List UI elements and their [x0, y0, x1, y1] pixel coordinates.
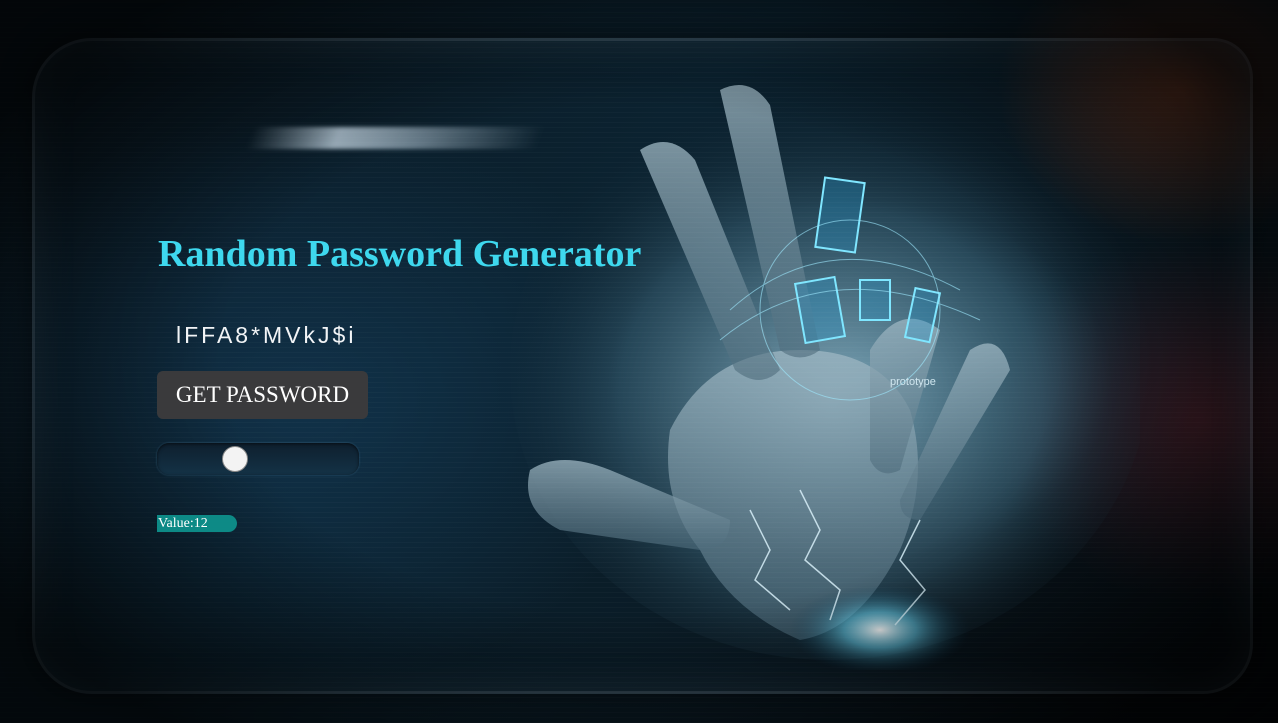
value-label: Value:12: [157, 515, 237, 532]
length-slider[interactable]: [157, 443, 359, 475]
get-password-button[interactable]: GET PASSWORD: [157, 371, 368, 419]
vignette-overlay: [0, 0, 1278, 723]
background-image: prototype: [0, 0, 1278, 723]
password-output: lFFA8*MVkJ$i: [176, 322, 357, 348]
slider-thumb[interactable]: [222, 446, 248, 472]
page-title: Random Password Generator: [158, 233, 642, 275]
